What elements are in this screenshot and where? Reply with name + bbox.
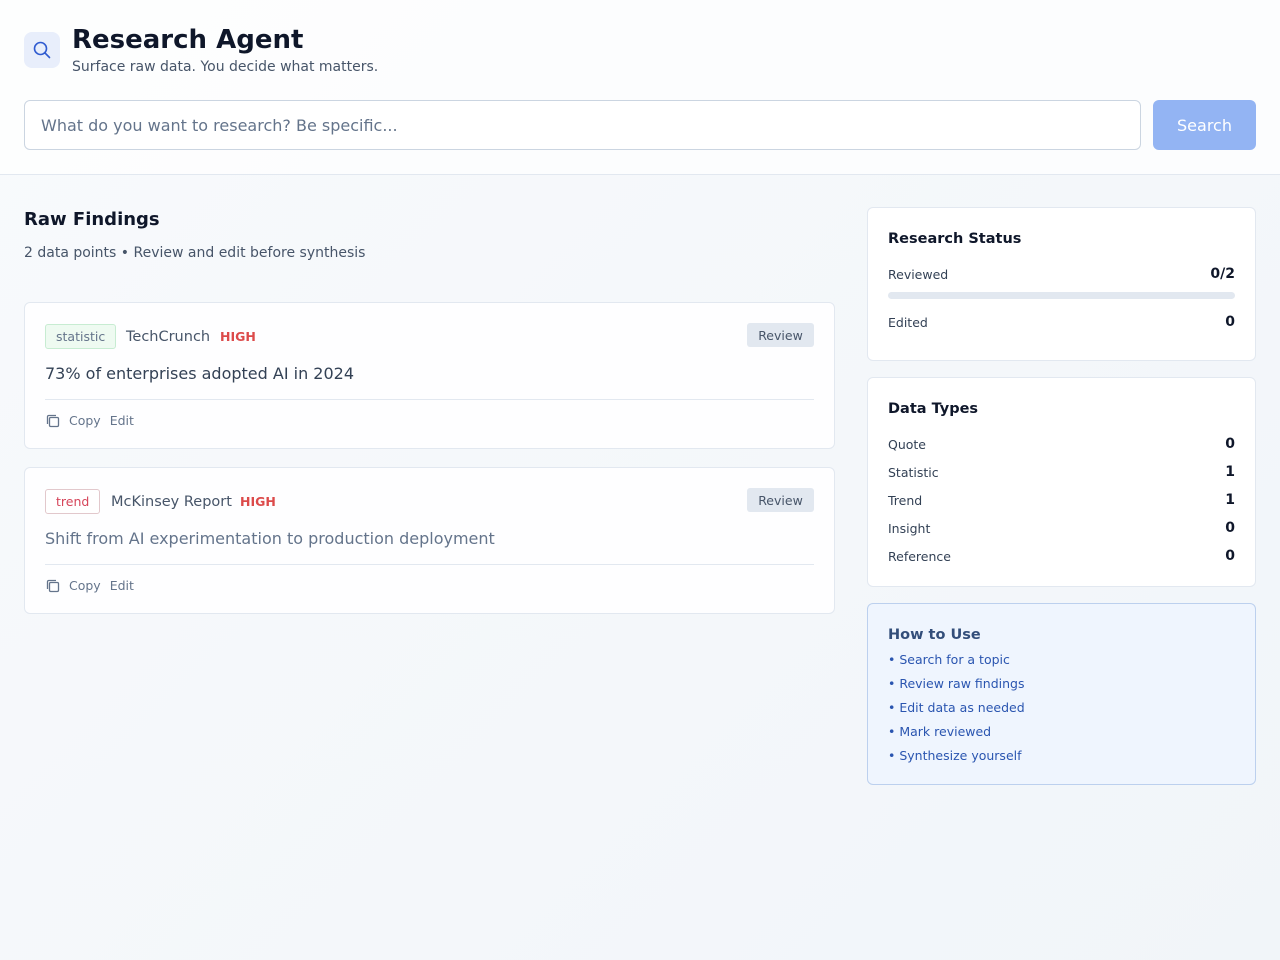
research-status-panel: Research Status Reviewed 0/2 Edited 0 <box>867 207 1256 361</box>
data-type-row: Reference 0 <box>888 547 1235 565</box>
data-type-label: Reference <box>888 548 951 564</box>
priority-badge: HIGH <box>240 494 276 509</box>
copy-icon[interactable] <box>45 578 61 594</box>
how-to-item: • Edit data as needed <box>888 700 1025 715</box>
finding-card: trend McKinsey Report HIGH Review Shift … <box>24 467 835 614</box>
review-progress-bar <box>888 292 1235 299</box>
data-type-count: 0 <box>1225 436 1235 452</box>
edited-value: 0 <box>1225 314 1235 330</box>
edit-button[interactable]: Edit <box>110 578 134 594</box>
divider <box>45 564 814 565</box>
search-button[interactable]: Search <box>1153 100 1256 150</box>
finding-text: Shift from AI experimentation to product… <box>45 529 495 548</box>
search-icon <box>33 41 51 59</box>
how-to-item: • Synthesize yourself <box>888 748 1022 763</box>
how-to-title: How to Use <box>888 627 981 643</box>
data-type-count: 0 <box>1225 548 1235 564</box>
review-button[interactable]: Review <box>747 488 814 512</box>
source-label: McKinsey Report <box>111 494 232 510</box>
data-type-count: 1 <box>1225 492 1235 508</box>
edit-button[interactable]: Edit <box>110 413 134 429</box>
data-type-row: Insight 0 <box>888 519 1235 537</box>
data-type-label: Trend <box>888 492 923 508</box>
finding-text: 73% of enterprises adopted AI in 2024 <box>45 364 355 383</box>
findings-title: Raw Findings <box>24 209 160 230</box>
how-to-item: • Review raw findings <box>888 676 1025 691</box>
review-button[interactable]: Review <box>747 323 814 347</box>
copy-button[interactable]: Copy <box>69 578 101 594</box>
data-type-row: Statistic 1 <box>888 463 1235 481</box>
reviewed-row: Reviewed 0/2 <box>888 265 1235 283</box>
data-type-label: Statistic <box>888 464 939 480</box>
type-tag: trend <box>45 489 101 514</box>
reviewed-value: 0/2 <box>1210 266 1235 282</box>
how-to-item: • Search for a topic <box>888 652 1010 667</box>
data-type-row: Quote 0 <box>888 435 1235 453</box>
edited-row: Edited 0 <box>888 313 1235 331</box>
data-type-row: Trend 1 <box>888 491 1235 509</box>
data-type-count: 0 <box>1225 520 1235 536</box>
how-to-use-panel: How to Use • Search for a topic • Review… <box>867 603 1256 785</box>
priority-badge: HIGH <box>220 329 256 344</box>
data-types-panel: Data Types Quote 0 Statistic 1 Trend 1 I… <box>867 377 1256 587</box>
edited-label: Edited <box>888 314 928 330</box>
app-title: Research Agent <box>72 25 304 55</box>
panel-title: Research Status <box>888 231 1022 247</box>
app-subtitle: Surface raw data. You decide what matter… <box>72 59 379 75</box>
finding-card: statistic TechCrunch HIGH Review 73% of … <box>24 302 835 449</box>
logo <box>24 32 60 68</box>
card-actions: Copy Edit <box>45 412 143 430</box>
how-to-item: • Mark reviewed <box>888 724 992 739</box>
header: Research Agent Surface raw data. You dec… <box>0 0 1280 175</box>
search-input[interactable] <box>24 100 1141 150</box>
copy-button[interactable]: Copy <box>69 413 101 429</box>
panel-title: Data Types <box>888 401 979 417</box>
type-tag: statistic <box>45 324 117 349</box>
data-type-label: Insight <box>888 520 931 536</box>
data-type-count: 1 <box>1225 464 1235 480</box>
source-label: TechCrunch <box>126 329 211 345</box>
data-type-label: Quote <box>888 436 927 452</box>
findings-meta: 2 data points • Review and edit before s… <box>24 245 366 261</box>
copy-icon[interactable] <box>45 413 61 429</box>
reviewed-label: Reviewed <box>888 266 949 282</box>
divider <box>45 399 814 400</box>
card-actions: Copy Edit <box>45 577 143 595</box>
